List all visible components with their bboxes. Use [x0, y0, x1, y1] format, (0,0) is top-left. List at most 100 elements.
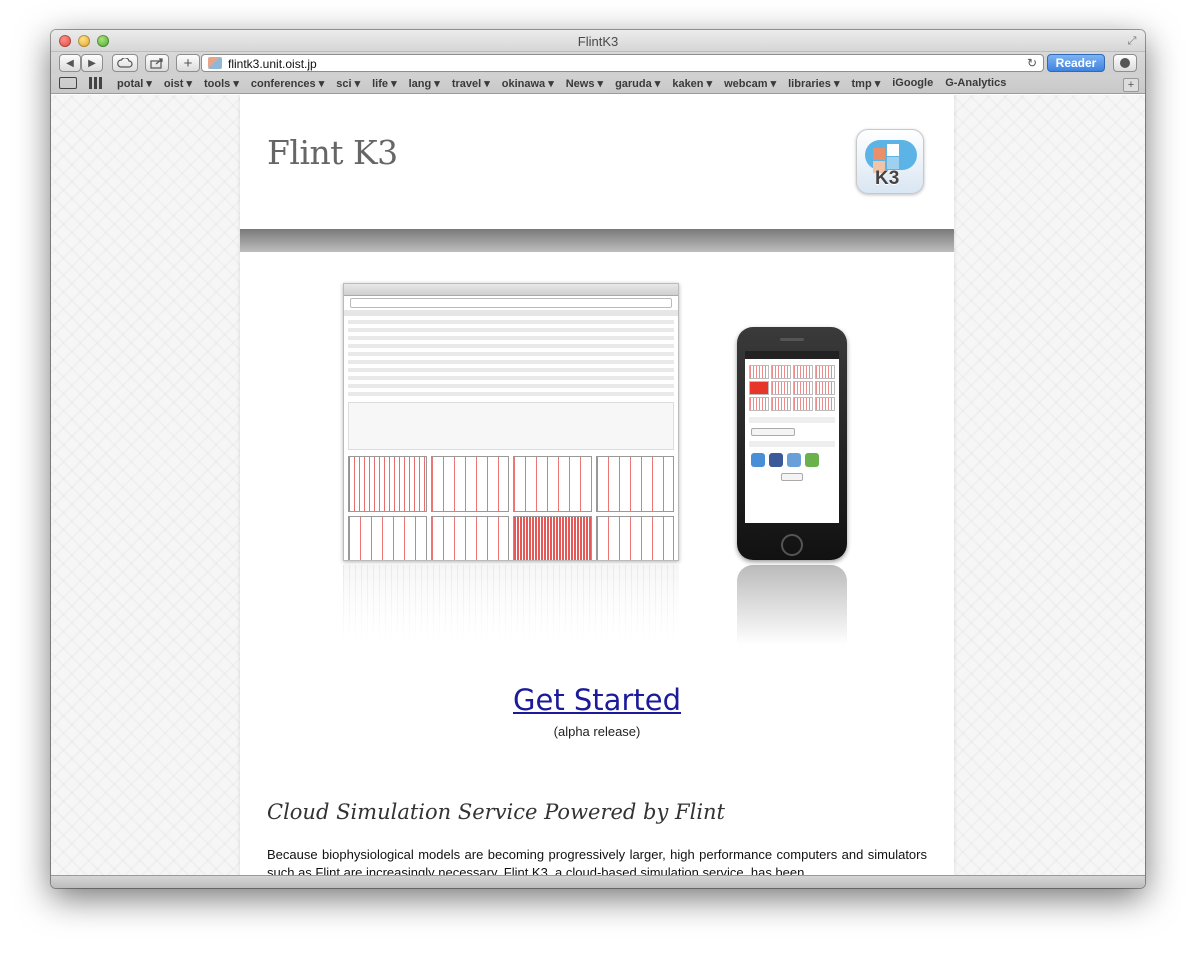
share-icon — [150, 57, 163, 69]
screenshot-url-bar — [350, 298, 672, 308]
bookmark-garuda[interactable]: garuda ▾ — [615, 77, 660, 90]
forward-arrow-icon: ▶ — [88, 57, 96, 69]
phone-graph-grid — [749, 365, 835, 411]
phone-graph-thumbnail — [749, 397, 769, 411]
phone-graph-thumbnail — [771, 381, 791, 395]
graph-thumbnail — [348, 456, 427, 512]
bookmark-webcam[interactable]: webcam ▾ — [724, 77, 776, 90]
bookmark-lang[interactable]: lang ▾ — [409, 77, 440, 90]
bookmark-tools[interactable]: tools ▾ — [204, 77, 239, 90]
screenshot-bookmarks — [344, 310, 678, 316]
cloud-icon — [117, 58, 133, 68]
add-bookmark-icon[interactable]: + — [1123, 78, 1139, 92]
get-started-link[interactable]: Get Started — [513, 683, 681, 717]
screenshot-graph-grid — [348, 456, 674, 560]
bookmark-travel[interactable]: travel ▾ — [452, 77, 490, 90]
bookmark-libraries[interactable]: libraries ▾ — [788, 77, 839, 90]
reader-button[interactable]: Reader — [1047, 54, 1105, 72]
phone-reflection — [737, 565, 847, 645]
forward-button[interactable]: ▶ — [81, 54, 103, 72]
phone-graph-thumbnail — [793, 381, 813, 395]
reload-icon[interactable]: ↻ — [1027, 56, 1037, 70]
phone-graph-thumbnail — [815, 365, 835, 379]
bookmark-news[interactable]: News ▾ — [566, 77, 603, 90]
phone-graph-thumbnail — [815, 397, 835, 411]
downloads-icon[interactable] — [1113, 54, 1137, 72]
phone-graph-thumbnail — [749, 365, 769, 379]
address-bar[interactable]: flintk3.unit.oist.jp ↻ — [201, 54, 1044, 72]
phone-home-button — [781, 534, 803, 556]
bookmark-igoogle[interactable]: iGoogle — [892, 77, 933, 90]
web-content[interactable]: Flint K3 K3 Get Started (alpha release) … — [51, 95, 1145, 875]
site-favicon-icon — [208, 57, 222, 69]
window-title: FlintK3 — [577, 34, 619, 49]
reading-list-icon[interactable] — [59, 77, 77, 89]
desktop-screenshot-image — [343, 283, 679, 561]
graph-thumbnail — [348, 516, 427, 560]
share-button[interactable] — [145, 54, 169, 72]
graph-thumbnail — [513, 456, 592, 512]
graph-thumbnail — [430, 516, 509, 560]
bookmark-g-analytics[interactable]: G-Analytics — [945, 77, 1006, 90]
google-icon — [787, 453, 801, 467]
bookmark-life[interactable]: life ▾ — [372, 77, 396, 90]
bookmark-sci[interactable]: sci ▾ — [336, 77, 360, 90]
screenshot-title-bar — [344, 284, 678, 296]
bookmark-potal[interactable]: potal ▾ — [117, 77, 152, 90]
phone-graph-thumbnail — [793, 365, 813, 379]
section-title: Cloud Simulation Service Powered by Flin… — [267, 800, 726, 824]
phone-status-bar — [745, 351, 839, 359]
icloud-tabs-button[interactable] — [112, 54, 138, 72]
bookmark-list: potal ▾ oist ▾ tools ▾ conferences ▾ sci… — [117, 77, 1018, 90]
back-arrow-icon: ◀ — [66, 57, 74, 69]
phone-text-line — [749, 441, 835, 447]
phone-back-button — [781, 473, 803, 481]
graph-thumbnail — [513, 516, 592, 560]
intro-paragraph: Because biophysiological models are beco… — [267, 847, 927, 875]
screenshot-reflection — [343, 565, 679, 645]
top-sites-icon[interactable] — [89, 77, 103, 89]
get-started-container: Get Started — [240, 683, 954, 717]
new-tab-button[interactable]: + — [176, 54, 200, 72]
screenshot-info-table — [348, 320, 674, 398]
site-title: Flint K3 — [267, 133, 398, 172]
phone-share-icons — [751, 453, 833, 467]
phone-graph-thumbnail — [749, 381, 769, 395]
phone-graph-thumbnail — [771, 397, 791, 411]
bookmark-conferences[interactable]: conferences ▾ — [251, 77, 324, 90]
back-button[interactable]: ◀ — [59, 54, 81, 72]
phone-graph-thumbnail — [793, 397, 813, 411]
toolbar: ◀ ▶ + flintk3.unit.oist.jp ↻ Reader — [51, 52, 1145, 74]
title-bar: FlintK3 ⤢ — [51, 30, 1145, 52]
plus-icon: + — [183, 54, 193, 72]
fullscreen-icon[interactable]: ⤢ — [1125, 34, 1139, 48]
browser-window: FlintK3 ⤢ ◀ ▶ + flintk3.unit.oist.jp ↻ R… — [51, 30, 1145, 888]
url-text: flintk3.unit.oist.jp — [228, 57, 317, 71]
evernote-icon — [805, 453, 819, 467]
phone-text-line — [749, 417, 835, 423]
bookmark-oist[interactable]: oist ▾ — [164, 77, 192, 90]
bookmarks-bar-icons — [59, 77, 103, 89]
graph-thumbnail — [595, 456, 674, 512]
graph-thumbnail — [595, 516, 674, 560]
alpha-release-note: (alpha release) — [553, 724, 641, 739]
header-band — [240, 229, 954, 252]
dropbox-icon — [751, 453, 765, 467]
facebook-icon — [769, 453, 783, 467]
bookmarks-bar: potal ▾ oist ▾ tools ▾ conferences ▾ sci… — [51, 74, 1145, 94]
bookmark-tmp[interactable]: tmp ▾ — [852, 77, 881, 90]
phone-graph-thumbnail — [815, 381, 835, 395]
page-container: Flint K3 K3 Get Started (alpha release) … — [240, 95, 954, 875]
phone-speaker — [780, 338, 804, 341]
status-bar — [51, 875, 1145, 888]
phone-screen — [745, 351, 839, 523]
iphone-mockup-image — [737, 327, 847, 560]
logo-square-shape — [873, 148, 885, 160]
flint-k3-logo: K3 — [856, 129, 924, 194]
screenshot-export-settings — [348, 402, 674, 450]
bookmark-kaken[interactable]: kaken ▾ — [672, 77, 712, 90]
bookmark-okinawa[interactable]: okinawa ▾ — [502, 77, 554, 90]
phone-graph-thumbnail — [771, 365, 791, 379]
logo-text: K3 — [875, 168, 900, 189]
graph-thumbnail — [430, 456, 509, 512]
